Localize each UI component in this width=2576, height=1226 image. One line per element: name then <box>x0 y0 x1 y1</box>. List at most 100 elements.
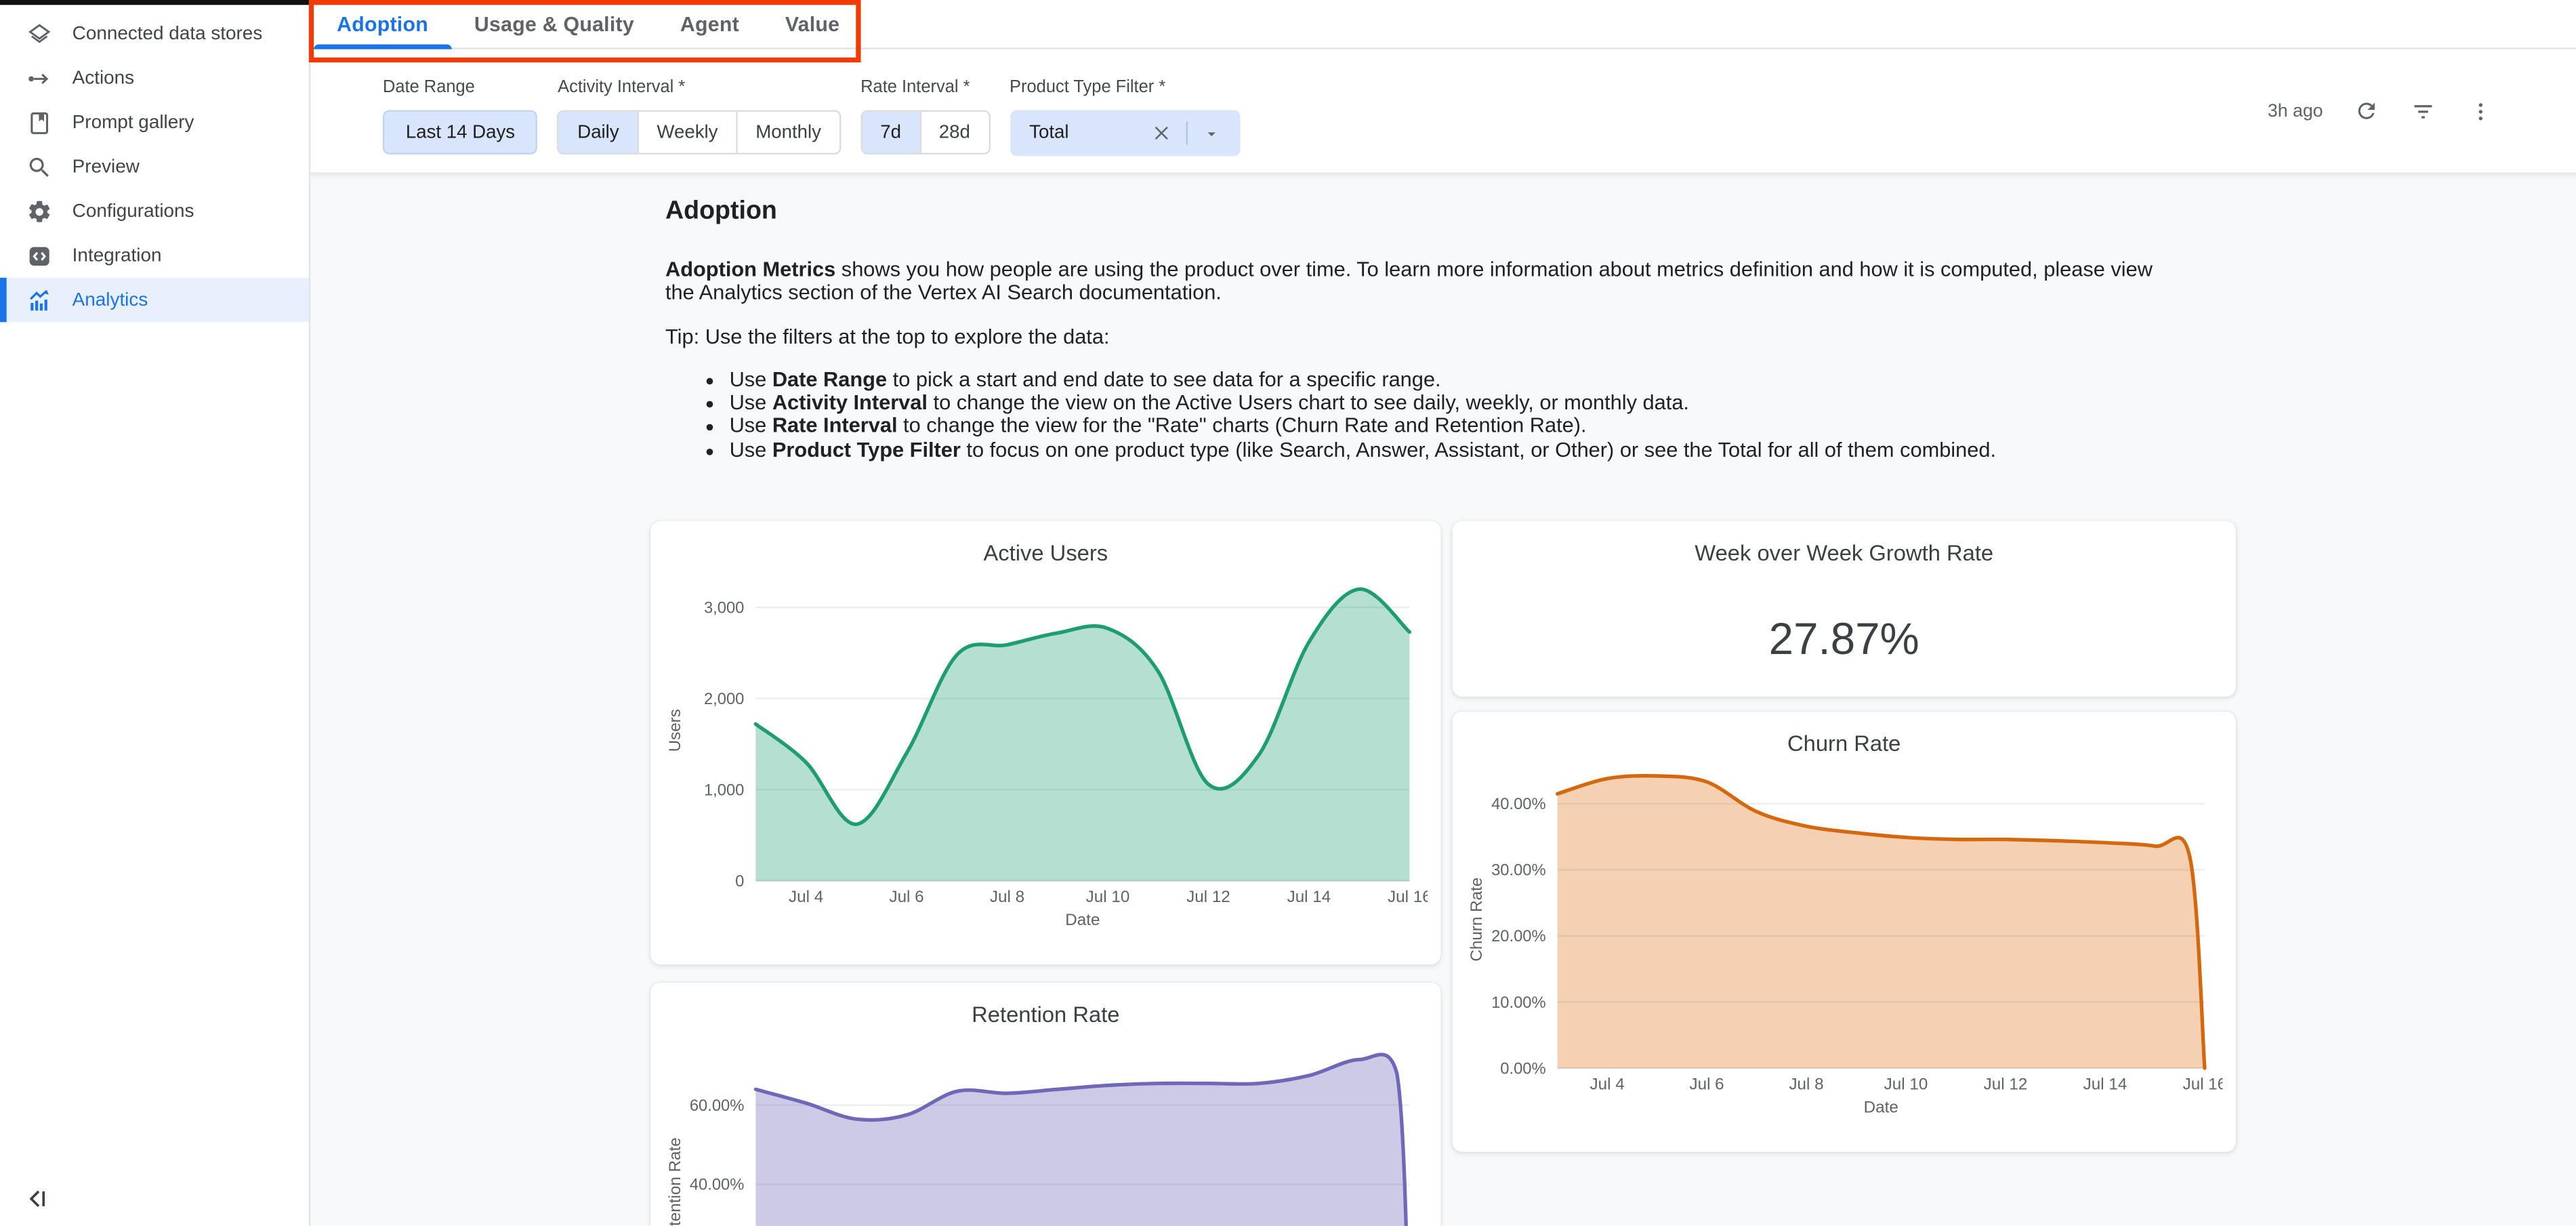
chevron-down-icon[interactable] <box>1197 119 1226 148</box>
rate-interval-7d[interactable]: 7d <box>863 112 921 153</box>
refresh-icon[interactable] <box>2351 96 2381 126</box>
tab-bar: Adoption Usage & Quality Agent Value <box>310 0 2576 49</box>
sidebar-item-label: Analytics <box>72 290 148 310</box>
svg-text:0: 0 <box>735 872 744 891</box>
product-type-label: Product Type Filter * <box>1010 77 1239 97</box>
sidebar-item-prompt-gallery[interactable]: Prompt gallery <box>0 100 309 144</box>
actions-icon <box>24 64 52 92</box>
tip-line: Tip: Use the filters at the top to explo… <box>665 325 2236 348</box>
churn-rate-chart: 0.00%10.00%20.00%30.00%40.00%Jul 4Jul 6J… <box>1466 761 2223 1139</box>
sidebar-item-actions[interactable]: Actions <box>0 56 309 100</box>
page-title: Adoption <box>665 173 2236 227</box>
svg-text:Jul 16: Jul 16 <box>2183 1076 2223 1094</box>
activity-interval-daily[interactable]: Daily <box>560 112 639 153</box>
svg-text:20.00%: 20.00% <box>1491 928 1546 946</box>
svg-text:Jul 4: Jul 4 <box>1590 1076 1625 1094</box>
svg-text:Jul 12: Jul 12 <box>1984 1076 2028 1094</box>
growth-rate-card: Week over Week Growth Rate 27.87% <box>1452 521 2236 697</box>
tip-item: Use Activity Interval to change the view… <box>730 391 2236 415</box>
retention-rate-card: Retention Rate 0.00%20.00%40.00%60.00%Ju… <box>650 983 1440 1226</box>
product-type-filter: Product Type Filter * Total <box>1010 77 1239 173</box>
tips-list: Use Date Range to pick a start and end d… <box>665 367 2236 462</box>
svg-text:Jul 10: Jul 10 <box>1086 888 1130 907</box>
analytics-icon <box>24 286 52 314</box>
collapse-panel-icon <box>26 1185 51 1210</box>
svg-text:Date: Date <box>1065 912 1100 930</box>
svg-text:Jul 16: Jul 16 <box>1388 888 1428 907</box>
tab-adoption[interactable]: Adoption <box>314 0 451 47</box>
svg-text:Churn Rate: Churn Rate <box>1468 878 1486 962</box>
svg-text:Jul 10: Jul 10 <box>1884 1076 1928 1094</box>
growth-rate-title: Week over Week Growth Rate <box>1466 535 2223 571</box>
date-range-filter: Date Range Last 14 Days <box>383 77 538 173</box>
activity-interval-filter: Activity Interval * Daily Weekly Monthly <box>558 77 841 173</box>
tip-item: Use Rate Interval to change the view for… <box>730 415 2236 438</box>
svg-text:0.00%: 0.00% <box>1500 1060 1545 1078</box>
svg-text:10.00%: 10.00% <box>1491 994 1546 1012</box>
sidebar: Connected data stores Actions <box>0 0 310 1226</box>
svg-text:Date: Date <box>1864 1099 1898 1117</box>
integration-icon <box>24 241 52 269</box>
sidebar-item-preview[interactable]: Preview <box>0 144 309 188</box>
active-users-chart: 01,0002,0003,000Jul 4Jul 6Jul 8Jul 10Jul… <box>664 571 1428 952</box>
data-stores-icon <box>24 20 52 47</box>
sidebar-item-configurations[interactable]: Configurations <box>0 189 309 233</box>
sidebar-item-analytics[interactable]: Analytics <box>0 278 309 322</box>
svg-text:40.00%: 40.00% <box>1491 796 1546 814</box>
chart-title: Retention Rate <box>664 996 1428 1032</box>
svg-text:30.00%: 30.00% <box>1491 861 1546 880</box>
filter-list-icon[interactable] <box>2409 96 2438 126</box>
charts-grid: Active Users 01,0002,0003,000Jul 4Jul 6J… <box>650 521 2236 1226</box>
configurations-icon <box>24 197 52 225</box>
svg-text:Jul 14: Jul 14 <box>1287 888 1331 907</box>
vertex-ai-analytics-page: Connected data stores Actions <box>0 0 2576 1226</box>
svg-text:Jul 8: Jul 8 <box>1789 1076 1823 1094</box>
activity-interval-monthly[interactable]: Monthly <box>738 112 839 153</box>
collapse-sidebar-button[interactable] <box>0 1170 309 1225</box>
sidebar-item-label: Actions <box>72 68 134 88</box>
svg-text:60.00%: 60.00% <box>690 1097 745 1115</box>
active-users-card: Active Users 01,0002,0003,000Jul 4Jul 6J… <box>650 521 1440 965</box>
more-vert-icon[interactable] <box>2466 96 2495 126</box>
svg-text:40.00%: 40.00% <box>690 1176 745 1194</box>
sidebar-item-integration[interactable]: Integration <box>0 233 309 277</box>
last-refresh-label: 3h ago <box>2268 101 2323 121</box>
chart-title: Active Users <box>664 535 1428 571</box>
preview-icon <box>24 152 52 180</box>
svg-text:Retention Rate: Retention Rate <box>666 1138 684 1226</box>
tip-item: Use Product Type Filter to focus on one … <box>730 438 2236 462</box>
tab-usage-quality[interactable]: Usage & Quality <box>451 0 657 47</box>
date-range-button[interactable]: Last 14 Days <box>383 110 538 154</box>
prompt-gallery-icon <box>24 108 52 136</box>
rate-interval-28d[interactable]: 28d <box>921 112 988 153</box>
product-type-value: Total <box>1029 123 1146 143</box>
svg-text:Jul 8: Jul 8 <box>990 888 1024 907</box>
svg-text:2,000: 2,000 <box>704 690 744 708</box>
sidebar-item-label: Connected data stores <box>72 24 263 43</box>
tip-item: Use Date Range to pick a start and end d… <box>730 367 2236 391</box>
svg-text:3,000: 3,000 <box>704 599 744 617</box>
top-edge-strip <box>0 0 309 5</box>
intro-paragraph: Adoption Metrics shows you how people ar… <box>665 258 2175 305</box>
sidebar-nav: Connected data stores Actions <box>0 0 309 322</box>
svg-text:Jul 4: Jul 4 <box>789 888 823 907</box>
svg-text:Jul 14: Jul 14 <box>2083 1076 2127 1094</box>
tab-agent[interactable]: Agent <box>657 0 762 47</box>
retention-rate-chart: 0.00%20.00%40.00%60.00%Jul 4Jul 6Jul 8Ju… <box>664 1032 1428 1226</box>
rate-interval-label: Rate Interval * <box>860 77 990 97</box>
date-range-label: Date Range <box>383 77 538 97</box>
product-type-select[interactable]: Total <box>1010 110 1239 156</box>
tab-value[interactable]: Value <box>762 0 863 47</box>
sidebar-item-connected-data-stores[interactable]: Connected data stores <box>0 12 309 56</box>
clear-icon[interactable] <box>1146 119 1176 148</box>
sidebar-item-label: Prompt gallery <box>72 113 194 132</box>
activity-interval-segmented: Daily Weekly Monthly <box>558 110 841 154</box>
dashboard-scroll-area[interactable]: Adoption Adoption Metrics shows you how … <box>310 173 2576 1226</box>
sidebar-item-label: Configurations <box>72 201 194 221</box>
churn-rate-card: Churn Rate 0.00% 10.00% 20.00% 30.00% 40.00%… <box>1452 712 2236 1152</box>
activity-interval-label: Activity Interval * <box>558 77 841 97</box>
sidebar-item-label: Preview <box>72 157 140 177</box>
refresh-cluster: 3h ago <box>2268 49 2495 173</box>
svg-text:1,000: 1,000 <box>704 781 744 800</box>
activity-interval-weekly[interactable]: Weekly <box>639 112 738 153</box>
